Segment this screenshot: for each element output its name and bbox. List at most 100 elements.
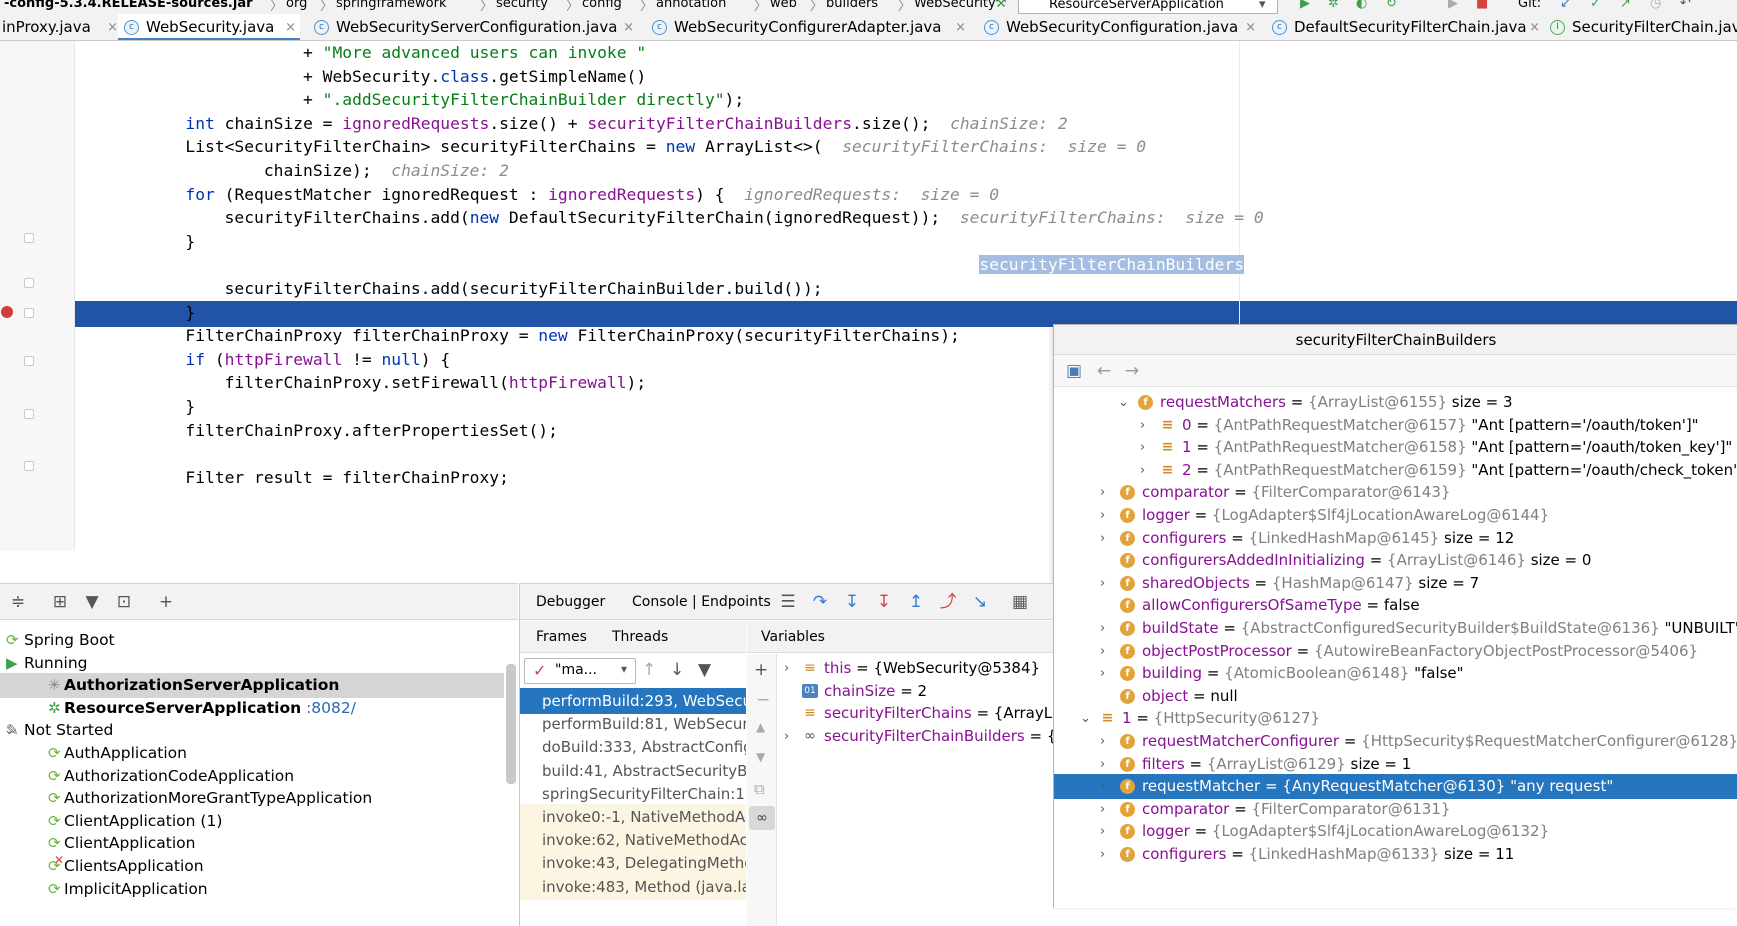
back-icon[interactable]: ← xyxy=(1094,361,1114,381)
profile-icon[interactable]: ↻ xyxy=(1386,0,1397,11)
tab-inproxy[interactable]: inProxy.java × xyxy=(0,14,118,40)
stack-frame[interactable]: build:41, AbstractSecurityBuilder xyxy=(520,758,746,784)
expand-down-icon[interactable]: ⌄ xyxy=(1080,706,1092,731)
expand-right-icon[interactable]: › xyxy=(1100,503,1112,528)
variable-row[interactable]: ⌄ ≡ 1 = {HttpSecurity@6127} xyxy=(1054,706,1737,731)
service-item[interactable]: ⌄ ✎ Not Started xyxy=(0,718,504,743)
service-item[interactable]: ✳ AuthorizationServerApplication xyxy=(0,673,504,699)
coverage-icon[interactable]: ◐ xyxy=(1356,0,1367,11)
run-to-cursor-icon[interactable]: ↘ xyxy=(970,592,990,612)
variable-row[interactable]: 01 chainSize = 2 xyxy=(782,679,1053,704)
breadcrumb-security[interactable]: security xyxy=(496,0,548,11)
expand-right-icon[interactable]: › xyxy=(1100,842,1112,867)
stack-frame[interactable]: invoke:62, NativeMethodAccessorImpl xyxy=(520,827,746,854)
build-hammer-icon[interactable]: ⚒ xyxy=(995,0,1007,11)
tab-websecurityconfigureradapter[interactable]: c WebSecurityConfigurerAdapter.java × xyxy=(646,14,970,40)
variable-row[interactable]: › ≡ this = {WebSecurity@5384} xyxy=(782,656,1053,681)
variable-row[interactable]: › ≡ 1 = {AntPathRequestMatcher@6158} "Ant … xyxy=(1054,435,1737,460)
service-item[interactable]: ⟳ AuthorizationMoreGrantTypeApplication xyxy=(0,786,504,811)
new-tab-icon[interactable]: ⊡ xyxy=(114,592,134,612)
expand-right-icon[interactable]: › xyxy=(1100,639,1112,664)
variable-row[interactable]: › ≡ 2 = {AntPathRequestMatcher@6159} "Ant … xyxy=(1054,458,1737,483)
expand-right-icon[interactable]: › xyxy=(784,724,796,749)
stack-frame[interactable]: performBuild:81, WebSecurity xyxy=(520,711,746,737)
expand-right-icon[interactable]: › xyxy=(1100,752,1112,777)
variable-row[interactable]: ≡ securityFilterChains = {ArrayList@ xyxy=(782,701,1053,726)
breadcrumb-org[interactable]: org xyxy=(286,0,307,11)
step-into-icon[interactable]: ↧ xyxy=(874,592,894,612)
stop-icon[interactable]: ■ xyxy=(1476,0,1488,11)
close-icon[interactable]: × xyxy=(623,14,634,40)
fold-icon[interactable] xyxy=(24,278,34,288)
close-icon[interactable]: × xyxy=(1245,14,1256,40)
variable-row[interactable]: › f configurers = {LinkedHashMap@6133} siz… xyxy=(1054,842,1737,867)
history-icon[interactable]: ◷ xyxy=(1650,0,1661,11)
variable-row[interactable]: f allowConfigurersOfSameType = false xyxy=(1054,593,1737,618)
fold-icon[interactable] xyxy=(24,308,34,318)
service-item[interactable]: ⟳ AuthorizationCodeApplication xyxy=(0,764,504,789)
close-icon[interactable]: × xyxy=(107,14,118,40)
variable-row[interactable]: ⌄ f requestMatchers = {ArrayList@6155} siz… xyxy=(1054,390,1737,415)
fold-icon[interactable] xyxy=(24,409,34,419)
rollback-icon[interactable]: ↶ xyxy=(1680,0,1691,11)
expand-right-icon[interactable]: › xyxy=(1100,480,1112,505)
expand-right-icon[interactable]: › xyxy=(1100,774,1112,799)
stack-frame[interactable]: invoke:483, Method (java.lang.reflect) xyxy=(520,873,746,900)
tab-securityfilterchain[interactable]: I SecurityFilterChain.java xyxy=(1550,14,1737,40)
breadcrumb-websecurity[interactable]: WebSecurity xyxy=(914,0,996,11)
tab-debugger[interactable]: Debugger xyxy=(536,584,605,620)
tab-threads[interactable]: Threads xyxy=(612,621,668,653)
expand-right-icon[interactable]: › xyxy=(1100,729,1112,754)
copy-icon[interactable]: ⧉ xyxy=(754,780,765,798)
expand-right-icon[interactable]: › xyxy=(1140,435,1152,460)
variable-inspect-popup[interactable]: securityFilterChainBuilders ▣ ← → ⌄ f requ… xyxy=(1053,324,1737,908)
tab-websecurity[interactable]: c WebSecurity.java × xyxy=(118,14,300,40)
variable-row[interactable]: › f logger = {LogAdapter$Slf4jLocationAwar… xyxy=(1054,503,1737,528)
expand-down-icon[interactable]: ⌄ xyxy=(1118,390,1130,415)
tab-websecurityserverconfiguration[interactable]: c WebSecurityServerConfiguration.java × xyxy=(308,14,638,40)
glasses-icon[interactable]: ∞ xyxy=(749,806,775,830)
filter-icon[interactable]: ▼ xyxy=(82,592,102,612)
service-item[interactable]: ⟳ Spring Boot xyxy=(0,628,504,653)
variable-row[interactable]: › f requestMatcher = {AnyRequestMatcher@61… xyxy=(1054,774,1737,800)
step-over-icon[interactable]: ↧ xyxy=(842,592,862,612)
group-icon[interactable]: ⊞ xyxy=(50,592,70,612)
service-item[interactable]: ⌄ ▶ Running xyxy=(0,651,504,676)
service-item[interactable]: ⟳ ClientApplication xyxy=(0,831,504,856)
resume-disabled-icon[interactable]: ▶ xyxy=(1448,0,1458,11)
service-item[interactable]: ⟳ ImplicitApplication xyxy=(0,877,504,902)
variable-row[interactable]: › ∞ securityFilterChainBuilders = {ArrayLi… xyxy=(782,724,1053,749)
add-icon[interactable]: + xyxy=(156,592,176,612)
expand-right-icon[interactable]: › xyxy=(1100,797,1112,822)
tab-console-endpoints[interactable]: Console | Endpoints xyxy=(632,584,771,620)
variable-row[interactable]: › f objectPostProcessor = {AutowireBeanFac… xyxy=(1054,639,1737,664)
stack-frame[interactable]: doBuild:333, AbstractConfiguredSecurityB… xyxy=(520,734,746,760)
breadcrumb-springframework[interactable]: springframework xyxy=(336,0,446,11)
evaluate-expression-icon[interactable]: ▦ xyxy=(1010,592,1030,612)
scrollbar[interactable] xyxy=(506,664,516,784)
expand-right-icon[interactable]: › xyxy=(1100,571,1112,596)
tree-view-icon[interactable]: ▣ xyxy=(1064,361,1084,381)
expand-right-icon[interactable]: › xyxy=(1140,458,1152,483)
close-icon[interactable]: × xyxy=(1529,14,1540,40)
run-configuration-select[interactable]: ResourceServerApplication ▾ xyxy=(1018,0,1278,14)
breadcrumb-jar[interactable]: -config-5.3.4.RELEASE-sources.jar xyxy=(4,0,253,11)
breakpoint-icon[interactable] xyxy=(1,306,13,318)
fold-icon[interactable] xyxy=(24,356,34,366)
variable-row[interactable]: › f building = {AtomicBoolean@6148} "false… xyxy=(1054,661,1737,686)
service-item[interactable]: ⟳ AuthApplication xyxy=(0,741,504,766)
step-out-icon[interactable]: ↥ xyxy=(906,592,926,612)
show-execution-point-icon[interactable]: ↷ xyxy=(810,592,830,612)
variable-row[interactable]: f configurersAddedInInitializing = {Array… xyxy=(1054,548,1737,573)
variable-row[interactable]: › f comparator = {FilterComparator@6143} xyxy=(1054,480,1737,505)
forward-icon[interactable]: → xyxy=(1122,361,1142,381)
variable-row[interactable]: f object = null xyxy=(1054,684,1737,709)
service-port-link[interactable]: :8082/ xyxy=(301,699,356,717)
expand-right-icon[interactable]: › xyxy=(1140,413,1152,438)
git-update-icon[interactable]: ↙ xyxy=(1560,0,1571,11)
fold-icon[interactable] xyxy=(24,233,34,243)
tab-websecurityconfiguration[interactable]: c WebSecurityConfiguration.java × xyxy=(978,14,1260,40)
move-down-icon[interactable]: ▼ xyxy=(756,750,765,764)
service-item[interactable]: ✲ ResourceServerApplication :8082/ xyxy=(0,696,504,721)
debug-icon[interactable]: ✲ xyxy=(1328,0,1339,11)
